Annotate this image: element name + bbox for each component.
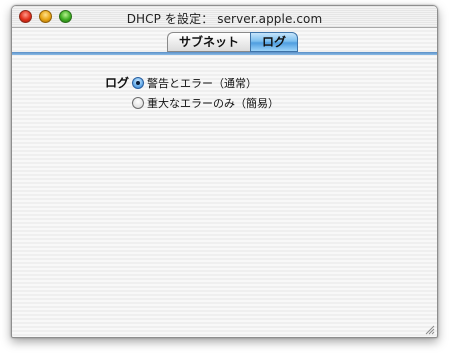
radio-unselected-icon[interactable] <box>132 97 144 109</box>
radio-label-warnings-errors: 警告とエラー（通常） <box>147 77 257 90</box>
title-bar[interactable]: DHCP を設定： server.apple.com <box>12 6 437 28</box>
tab-bar: サブネット ログ <box>12 29 437 53</box>
radio-warnings-errors[interactable]: 警告とエラー（通常） <box>132 75 257 91</box>
tab-group: サブネット ログ <box>167 32 299 52</box>
radio-critical-errors-only[interactable]: 重大なエラーのみ（簡易） <box>132 95 279 111</box>
radio-selected-icon[interactable] <box>132 77 144 89</box>
log-label: ログ <box>105 76 130 90</box>
resize-grip-icon[interactable] <box>424 324 435 335</box>
tab-log[interactable]: ログ <box>250 32 299 52</box>
window-title: DHCP を設定： server.apple.com <box>126 12 323 26</box>
dhcp-settings-window: DHCP を設定： server.apple.com サブネット ログ ログ 警… <box>11 5 438 338</box>
tab-subnet[interactable]: サブネット <box>167 32 251 52</box>
radio-label-critical-errors-only: 重大なエラーのみ（簡易） <box>147 97 279 110</box>
log-pane: ログ 警告とエラー（通常） 重大なエラーのみ（簡易） <box>12 55 437 337</box>
